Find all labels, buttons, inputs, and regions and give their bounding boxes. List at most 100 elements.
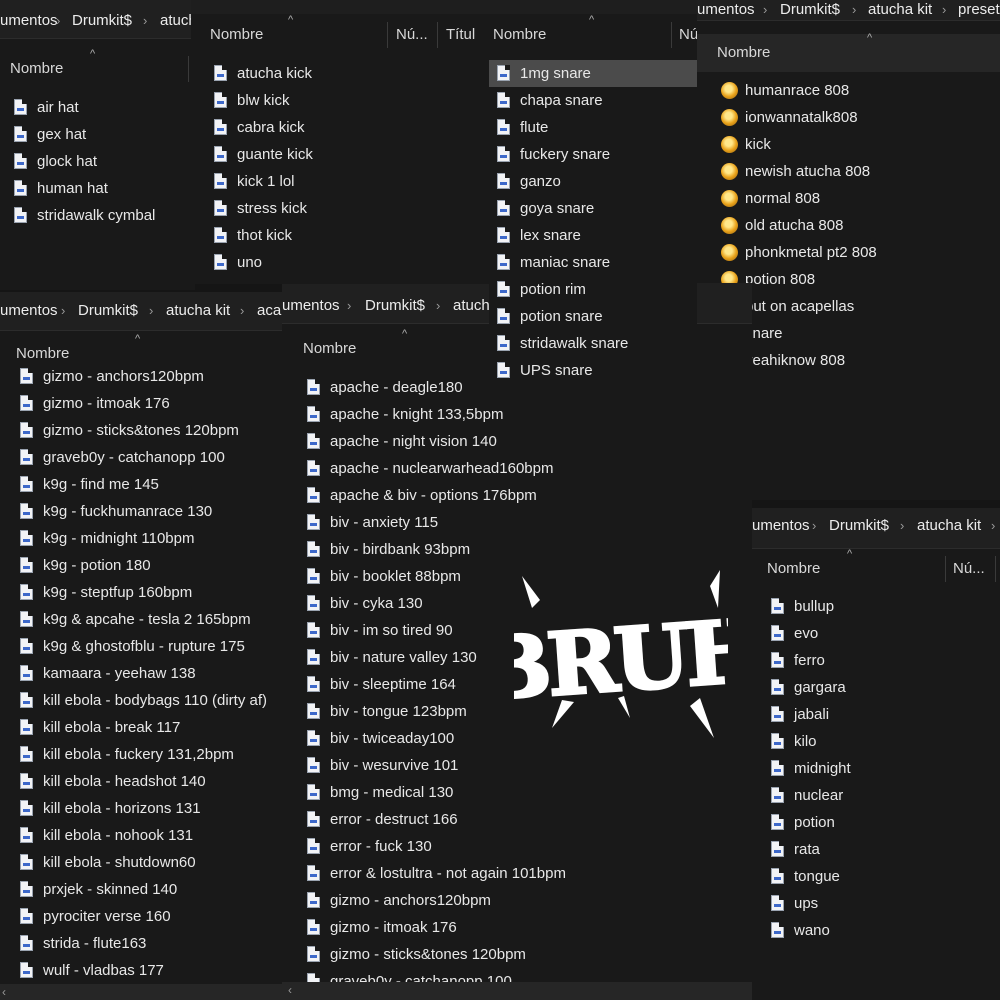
list-item[interactable]: k9g & ghostofblu - rupture 175 bbox=[0, 633, 282, 660]
list-item[interactable]: gizmo - itmoak 176 bbox=[282, 914, 752, 941]
list-item[interactable]: k9g & apcahe - tesla 2 165bpm bbox=[0, 606, 282, 633]
list-item[interactable]: chapa snare bbox=[489, 87, 697, 114]
list-item[interactable]: old atucha 808 bbox=[697, 212, 1000, 239]
list-item[interactable]: ionwannatalk808 bbox=[697, 104, 1000, 131]
list-item[interactable]: error - fuck 130 bbox=[282, 833, 752, 860]
list-item[interactable]: kill ebola - headshot 140 bbox=[0, 768, 282, 795]
column-number[interactable]: Nú... bbox=[953, 550, 985, 588]
list-item[interactable]: error - destruct 166 bbox=[282, 806, 752, 833]
list-item[interactable]: phonkmetal pt2 808 bbox=[697, 239, 1000, 266]
breadcrumb-item[interactable]: presets bbox=[958, 0, 1000, 25]
list-item[interactable]: lex snare bbox=[489, 222, 697, 249]
list-item[interactable]: nuclear bbox=[752, 782, 1000, 809]
list-item[interactable]: pyrociter verse 160 bbox=[0, 903, 282, 930]
list-item[interactable]: biv - wesurvive 101 bbox=[282, 752, 752, 779]
scroll-left-icon[interactable]: ‹ bbox=[2, 984, 6, 1000]
list-item[interactable]: error & lostultra - not again 101bpm bbox=[282, 860, 752, 887]
column-name[interactable]: Nombre bbox=[717, 34, 770, 72]
list-item[interactable]: biv - anxiety 115 bbox=[282, 509, 752, 536]
column-title[interactable]: Títul bbox=[446, 16, 475, 54]
column-name[interactable]: Nombre bbox=[10, 50, 63, 88]
column-divider[interactable] bbox=[437, 22, 438, 48]
horizontal-scrollbar[interactable]: ‹ bbox=[0, 984, 282, 1000]
breadcrumb-item[interactable]: atucha kit bbox=[166, 296, 230, 326]
horizontal-scrollbar[interactable]: ‹ bbox=[282, 982, 752, 1000]
breadcrumb-item[interactable]: umentos bbox=[0, 6, 58, 36]
column-number[interactable]: Nú bbox=[679, 16, 697, 54]
list-item[interactable]: gizmo - anchors120bpm bbox=[282, 887, 752, 914]
list-item[interactable]: k9g - find me 145 bbox=[0, 471, 282, 498]
list-item[interactable]: stridawalk snare bbox=[489, 330, 697, 357]
column-name[interactable]: Nombre bbox=[493, 16, 546, 54]
breadcrumb-item[interactable]: umentos bbox=[697, 0, 755, 25]
breadcrumb-item[interactable]: umentos bbox=[0, 296, 58, 326]
column-divider[interactable] bbox=[188, 56, 189, 82]
breadcrumb-item[interactable]: umentos bbox=[752, 511, 810, 541]
list-item[interactable]: kill ebola - bodybags 110 (dirty af) bbox=[0, 687, 282, 714]
breadcrumb-item[interactable]: acapellas bbox=[257, 296, 282, 326]
list-item[interactable]: midnight bbox=[752, 755, 1000, 782]
column-divider[interactable] bbox=[387, 22, 388, 48]
list-item[interactable]: potion rim bbox=[489, 276, 697, 303]
list-item[interactable]: kill ebola - fuckery 131,2bpm bbox=[0, 741, 282, 768]
list-item[interactable]: bmg - medical 130 bbox=[282, 779, 752, 806]
list-item[interactable]: k9g - steptfup 160bpm bbox=[0, 579, 282, 606]
breadcrumb-item[interactable]: Drumkit$ bbox=[829, 511, 889, 541]
list-item[interactable]: rata bbox=[752, 836, 1000, 863]
breadcrumb-item[interactable]: Drumkit$ bbox=[365, 291, 425, 321]
list-item[interactable]: strida - flute163 bbox=[0, 930, 282, 957]
list-item[interactable]: gex hat bbox=[0, 121, 195, 148]
list-item[interactable]: gizmo - anchors120bpm bbox=[0, 363, 282, 390]
breadcrumb-item[interactable]: umentos bbox=[282, 291, 340, 321]
list-item[interactable]: gizmo - itmoak 176 bbox=[0, 390, 282, 417]
list-item[interactable]: biv - birdbank 93bpm bbox=[282, 536, 752, 563]
breadcrumb-item[interactable]: Drumkit$ bbox=[780, 0, 840, 25]
list-item[interactable]: cabra kick bbox=[191, 114, 491, 141]
list-item[interactable]: atucha kick bbox=[191, 60, 491, 87]
list-item[interactable]: kick 1 lol bbox=[191, 168, 491, 195]
scroll-left-icon[interactable]: ‹ bbox=[288, 982, 292, 998]
column-divider[interactable] bbox=[945, 556, 946, 582]
list-item[interactable]: kill ebola - break 117 bbox=[0, 714, 282, 741]
list-item[interactable]: prxjek - skinned 140 bbox=[0, 876, 282, 903]
list-item[interactable]: normal 808 bbox=[697, 185, 1000, 212]
list-item[interactable]: ferro bbox=[752, 647, 1000, 674]
list-item[interactable]: wano bbox=[752, 917, 1000, 944]
breadcrumb-item[interactable]: Drumkit$ bbox=[72, 6, 132, 36]
column-divider[interactable] bbox=[671, 22, 672, 48]
list-item[interactable]: blw kick bbox=[191, 87, 491, 114]
list-item[interactable]: potion snare bbox=[489, 303, 697, 330]
list-item[interactable]: wulf - vladbas 177 bbox=[0, 957, 282, 984]
list-item[interactable]: kamaara - yeehaw 138 bbox=[0, 660, 282, 687]
list-item[interactable]: thot kick bbox=[191, 222, 491, 249]
breadcrumb-item[interactable]: atucha kit bbox=[160, 6, 195, 36]
list-item[interactable]: apache - night vision 140 bbox=[282, 428, 752, 455]
list-item[interactable]: fuckery snare bbox=[489, 141, 697, 168]
list-item[interactable]: ganzo bbox=[489, 168, 697, 195]
list-item[interactable]: graveb0y - catchanopp 100 bbox=[0, 444, 282, 471]
list-item[interactable]: bullup bbox=[752, 593, 1000, 620]
list-item[interactable]: kill ebola - horizons 131 bbox=[0, 795, 282, 822]
list-item[interactable]: gargara bbox=[752, 674, 1000, 701]
column-name[interactable]: Nombre bbox=[303, 330, 356, 368]
list-item[interactable]: stridawalk cymbal bbox=[0, 202, 195, 229]
breadcrumb-item[interactable]: Drumkit$ bbox=[78, 296, 138, 326]
list-item[interactable]: 1mg snare bbox=[489, 60, 697, 87]
list-item[interactable]: k9g - midnight 110bpm bbox=[0, 525, 282, 552]
list-item[interactable]: apache & biv - options 176bpm bbox=[282, 482, 752, 509]
list-item[interactable]: evo bbox=[752, 620, 1000, 647]
list-item[interactable]: flute bbox=[489, 114, 697, 141]
column-divider[interactable] bbox=[995, 556, 996, 582]
list-item[interactable]: air hat bbox=[0, 94, 195, 121]
column-name[interactable]: Nombre bbox=[767, 550, 820, 588]
list-item[interactable]: kill ebola - shutdown60 bbox=[0, 849, 282, 876]
breadcrumb-item[interactable]: atucha kit bbox=[917, 511, 981, 541]
list-item[interactable]: human hat bbox=[0, 175, 195, 202]
list-item[interactable]: gizmo - sticks&tones 120bpm bbox=[0, 417, 282, 444]
breadcrumb-item[interactable]: atucha kit bbox=[868, 0, 932, 25]
list-item[interactable]: kill ebola - nohook 131 bbox=[0, 822, 282, 849]
list-item[interactable]: k9g - fuckhumanrace 130 bbox=[0, 498, 282, 525]
list-item[interactable]: humanrace 808 bbox=[697, 77, 1000, 104]
list-item[interactable]: stress kick bbox=[191, 195, 491, 222]
list-item[interactable]: newish atucha 808 bbox=[697, 158, 1000, 185]
